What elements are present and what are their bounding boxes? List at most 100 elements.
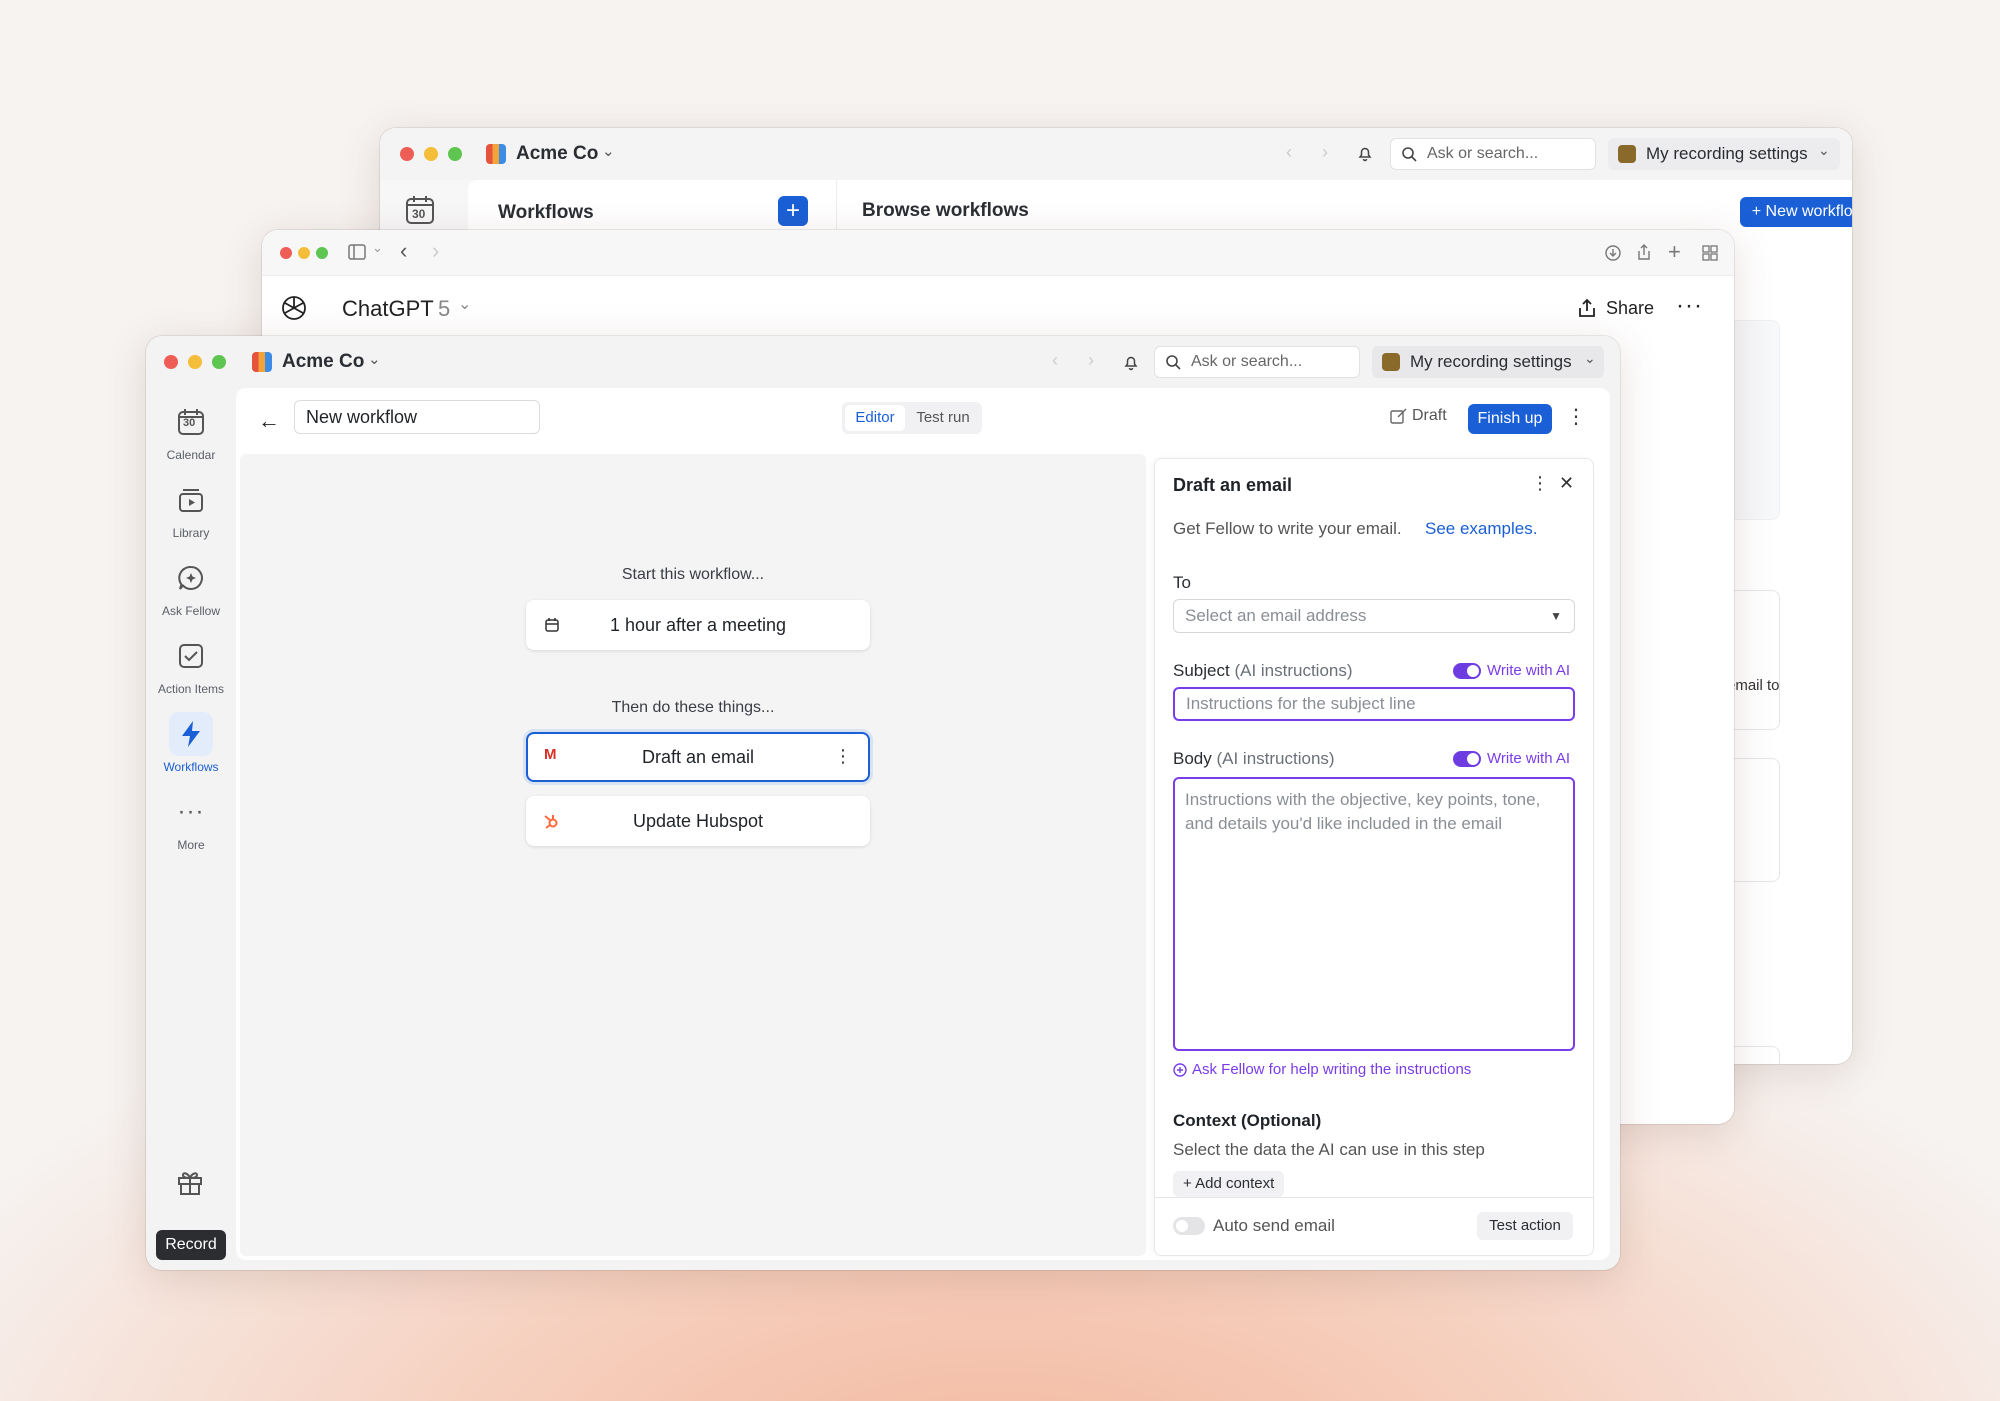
acme-logo-icon (486, 144, 506, 164)
draft-email-panel: Draft an email ⋮ ✕ Get Fellow to write y… (1154, 458, 1594, 1256)
close-window-button[interactable] (400, 147, 414, 161)
body-write-with-ai-toggle[interactable] (1453, 751, 1481, 767)
forward-arrow-icon[interactable]: › (432, 238, 439, 264)
subject-label-text: Subject (1173, 661, 1230, 680)
panel-description: Get Fellow to write your email. (1173, 519, 1402, 538)
draft-status: Draft (1412, 407, 1447, 424)
grid-icon[interactable] (1702, 245, 1718, 261)
to-email-select[interactable]: Select an email address ▼ (1173, 599, 1575, 633)
minimize-window-button[interactable] (298, 247, 310, 259)
hubspot-icon (542, 812, 560, 830)
more-dots-icon: ··· (177, 798, 205, 825)
more-options-icon[interactable]: ⋮ (1531, 473, 1549, 494)
avatar (1382, 353, 1400, 371)
search-placeholder: Ask or search... (1427, 145, 1539, 162)
more-options-icon[interactable]: ⋮ (834, 746, 852, 767)
maximize-window-button[interactable] (316, 247, 328, 259)
new-tab-icon[interactable]: + (1668, 239, 1681, 265)
forward-arrow-icon[interactable]: › (1088, 350, 1094, 371)
chevron-down-icon[interactable]: ⌄ (602, 142, 615, 160)
more-options-icon[interactable]: ··· (1676, 292, 1703, 320)
forward-arrow-icon[interactable]: › (1322, 142, 1328, 163)
sidebar-item-calendar[interactable]: 30 Calendar (146, 400, 236, 462)
subject-placeholder: Instructions for the subject line (1186, 694, 1416, 713)
gift-icon[interactable] (176, 1168, 204, 1196)
add-workflow-button[interactable]: + (778, 196, 808, 226)
bell-icon[interactable] (1356, 144, 1374, 162)
close-icon[interactable]: ✕ (1559, 473, 1574, 494)
download-icon[interactable] (1604, 244, 1622, 262)
gmail-icon: M (544, 746, 557, 763)
workspace-name[interactable]: Acme Co (516, 143, 598, 165)
see-examples-link[interactable]: See examples. (1425, 519, 1537, 539)
tab-editor[interactable]: Editor (845, 405, 905, 431)
workflow-name-input[interactable]: New workflow (294, 400, 540, 434)
write-with-ai-label: Write with AI (1487, 662, 1571, 679)
close-window-button[interactable] (280, 247, 292, 259)
subject-hint: (AI instructions) (1234, 661, 1353, 680)
panel-footer: Auto send email Test action (1155, 1197, 1593, 1255)
test-action-button[interactable]: Test action (1477, 1212, 1573, 1240)
recording-settings-button[interactable]: My recording settings ⌄ (1372, 346, 1604, 378)
chevron-down-icon[interactable]: ⌄ (372, 240, 383, 256)
library-icon (169, 478, 213, 522)
openai-logo-icon[interactable] (280, 294, 308, 322)
record-button[interactable]: Record (156, 1230, 226, 1260)
action-card-draft-email[interactable]: M Draft an email ⋮ (526, 732, 870, 782)
tab-test-run[interactable]: Test run (908, 405, 978, 431)
calendar-icon: 30 (169, 400, 213, 444)
subject-input[interactable]: Instructions for the subject line (1173, 687, 1575, 721)
more-options-icon[interactable]: ⋮ (1566, 404, 1586, 429)
context-description: Select the data the AI can use in this s… (1173, 1140, 1485, 1159)
body-hint: (AI instructions) (1216, 749, 1335, 768)
recording-settings-button[interactable]: My recording settings ⌄ (1608, 138, 1840, 170)
sidebar-item-library[interactable]: Library (146, 478, 236, 540)
trigger-card[interactable]: 1 hour after a meeting (526, 600, 870, 650)
ask-fellow-help-link[interactable]: Ask Fellow for help writing the instruct… (1192, 1061, 1471, 1078)
close-window-button[interactable] (164, 355, 178, 369)
sidebar-item-ask-fellow[interactable]: Ask Fellow (146, 556, 236, 618)
action-label: Draft an email (641, 746, 755, 767)
search-icon (1401, 146, 1417, 162)
new-workflow-button[interactable]: + New workflow (1740, 197, 1852, 227)
write-with-ai-label: Write with AI (1487, 750, 1571, 767)
workspace-name[interactable]: Acme Co (282, 351, 364, 373)
avatar (1618, 145, 1636, 163)
minimize-window-button[interactable] (188, 355, 202, 369)
back-arrow-icon[interactable]: ← (258, 408, 280, 434)
share-icon (1578, 298, 1596, 318)
minimize-window-button[interactable] (424, 147, 438, 161)
body-textarea[interactable]: Instructions with the objective, key poi… (1173, 777, 1575, 1051)
sidebar-item-action-items[interactable]: Action Items (146, 634, 236, 696)
workflows-heading: Workflows (498, 202, 594, 223)
back-arrow-icon[interactable]: ‹ (1286, 142, 1292, 163)
share-icon[interactable] (1636, 243, 1652, 261)
search-input[interactable]: Ask or search... (1154, 346, 1360, 378)
sidebar-toggle-icon[interactable] (348, 244, 366, 260)
model-version[interactable]: 5 (438, 296, 450, 322)
context-title: Context (Optional) (1173, 1111, 1322, 1130)
action-card-update-hubspot[interactable]: Update Hubspot (526, 796, 870, 846)
back-arrow-icon[interactable]: ‹ (1052, 350, 1058, 371)
back-arrow-icon[interactable]: ‹ (400, 238, 407, 264)
share-button[interactable]: Share (1606, 298, 1654, 319)
chevron-down-icon[interactable]: ⌄ (368, 350, 381, 368)
sidebar-item-label: Ask Fellow (161, 604, 220, 618)
bell-icon[interactable] (1122, 353, 1140, 371)
then-label: Then do these things... (611, 699, 775, 716)
search-placeholder: Ask or search... (1191, 353, 1303, 370)
maximize-window-button[interactable] (448, 147, 462, 161)
search-input[interactable]: Ask or search... (1390, 138, 1596, 170)
add-context-button[interactable]: + Add context (1173, 1171, 1285, 1197)
auto-send-toggle[interactable] (1173, 1217, 1205, 1235)
finish-up-button[interactable]: Finish up (1468, 404, 1552, 434)
calendar-icon (544, 617, 560, 633)
sidebar-item-more[interactable]: ··· More (146, 790, 236, 852)
chevron-down-icon[interactable]: ⌄ (458, 294, 471, 314)
sidebar-item-workflows[interactable]: Workflows (146, 712, 236, 774)
workflow-name-value: New workflow (306, 407, 418, 427)
calendar-icon[interactable]: 30 (404, 194, 436, 231)
maximize-window-button[interactable] (212, 355, 226, 369)
subject-write-with-ai-toggle[interactable] (1453, 663, 1481, 679)
chatgpt-title[interactable]: ChatGPT (342, 296, 434, 322)
